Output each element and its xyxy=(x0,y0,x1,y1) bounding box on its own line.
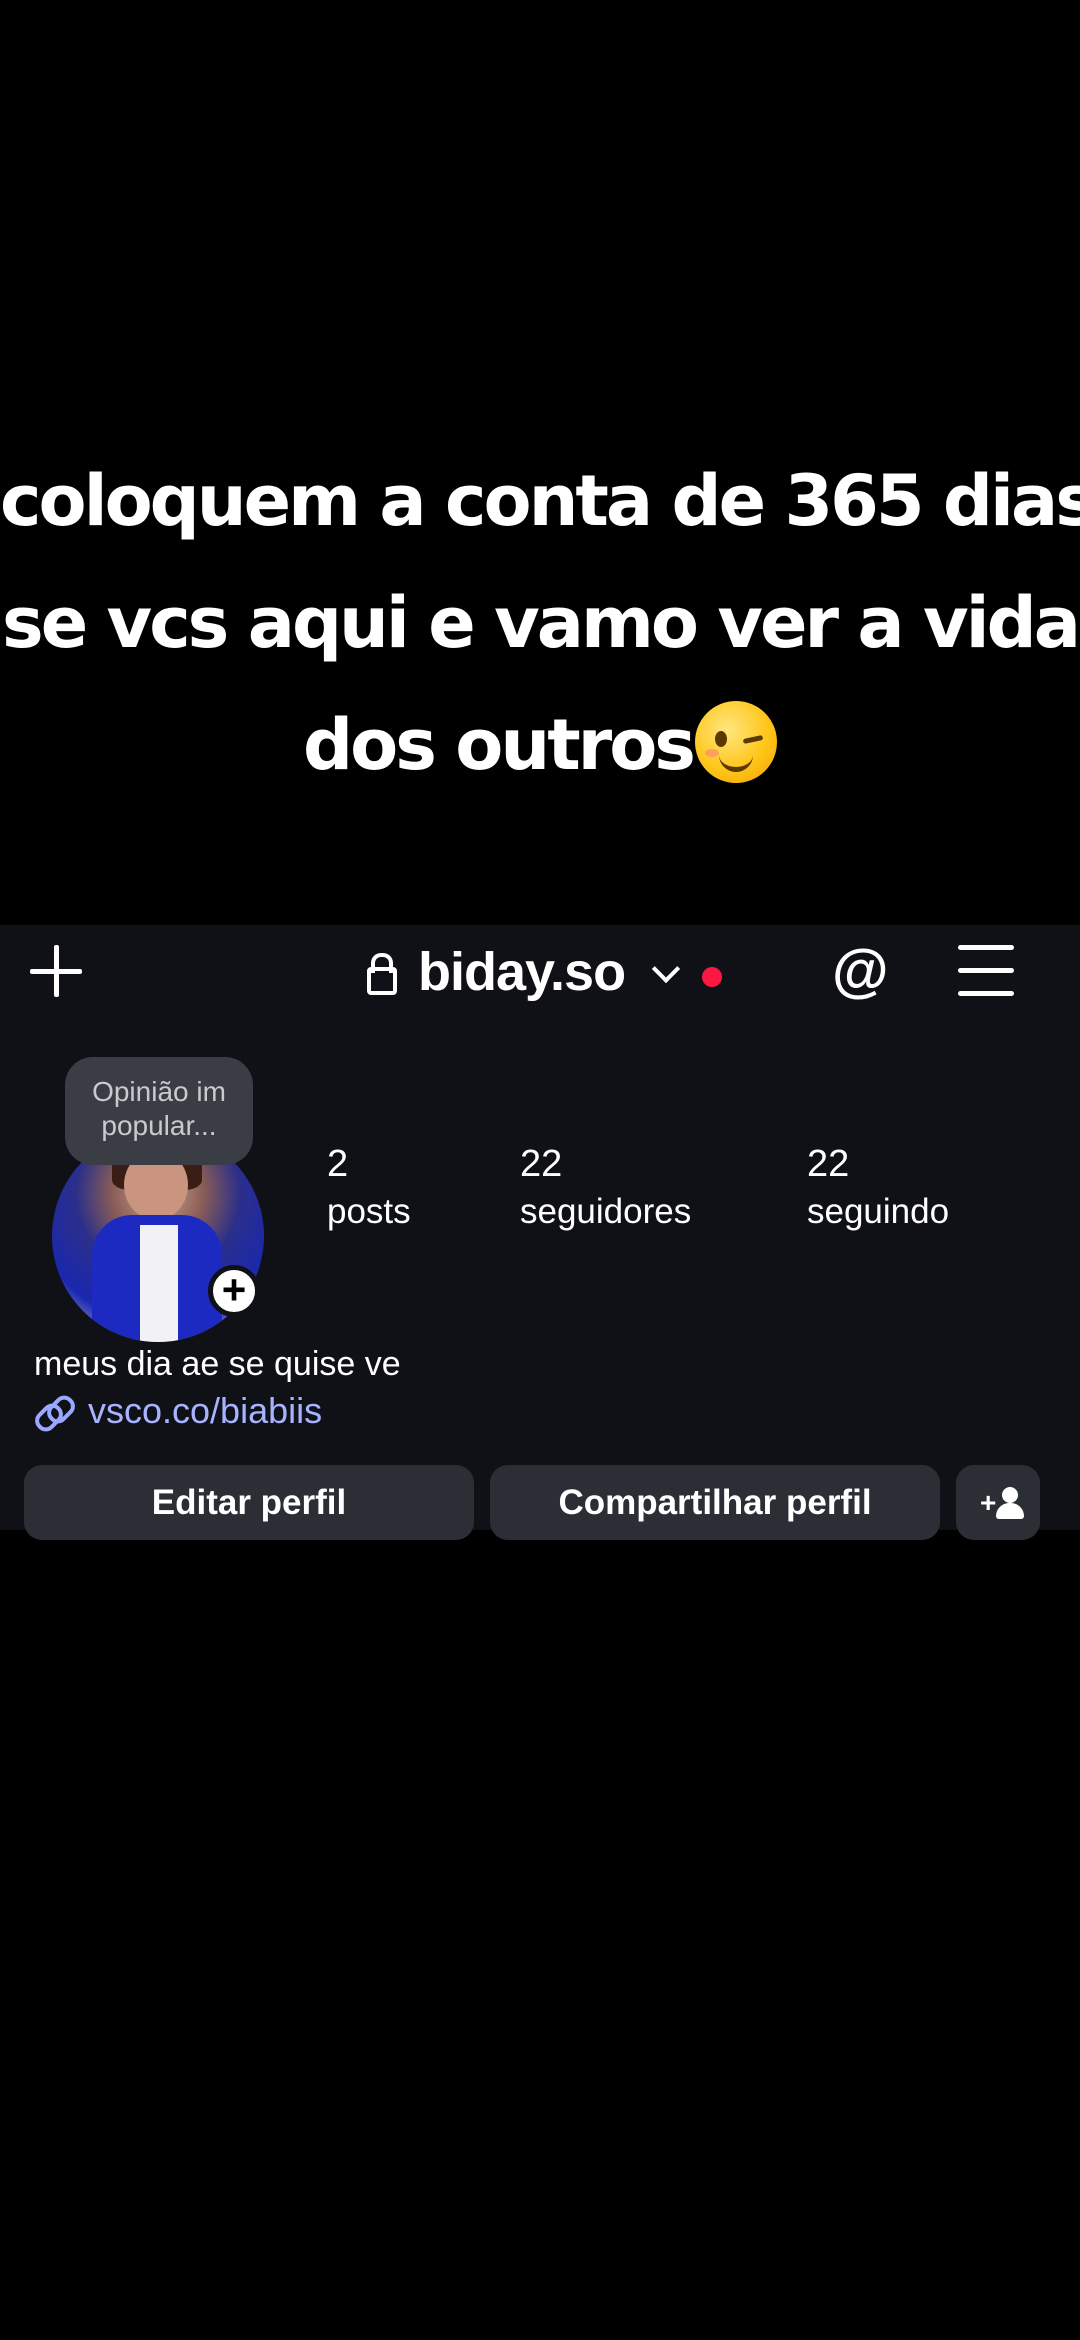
stat-posts-value: 2 xyxy=(327,1143,349,1185)
create-plus-icon[interactable] xyxy=(26,941,86,1001)
caption-line-1: coloquem a conta de 365 dias xyxy=(0,460,1080,542)
profile-top-bar: biday.so @ xyxy=(0,925,1080,1045)
link-icon xyxy=(30,1391,80,1436)
bio-link-text[interactable]: vsco.co/biabiis xyxy=(88,1387,322,1435)
stat-followers[interactable]: 22 seguidores xyxy=(520,1140,691,1236)
add-friend-button[interactable]: + xyxy=(956,1465,1040,1540)
share-profile-button[interactable]: Compartilhar perfil xyxy=(490,1465,940,1540)
stat-posts-label: posts xyxy=(327,1192,411,1231)
threads-icon[interactable]: @ xyxy=(832,941,889,1001)
note-bubble[interactable]: Opinião im popular... xyxy=(65,1057,253,1165)
caption-line-2: se vcs aqui e vamo ver a vida xyxy=(2,582,1080,664)
caption-line-3: dos outros xyxy=(0,684,1080,806)
edit-profile-button[interactable]: Editar perfil xyxy=(24,1465,474,1540)
add-user-icon: + xyxy=(980,1487,1030,1523)
winking-face-icon xyxy=(694,701,777,783)
note-line-2: popular... xyxy=(101,1110,217,1141)
bio-text: meus dia ae se quise ve xyxy=(34,1345,401,1383)
lock-icon xyxy=(367,953,397,995)
note-line-1: Opinião im xyxy=(92,1076,226,1107)
stat-following[interactable]: 22 seguindo xyxy=(807,1140,949,1236)
stat-followers-value: 22 xyxy=(520,1143,563,1185)
caption-line-3-text: dos outros xyxy=(303,704,696,786)
stat-following-value: 22 xyxy=(807,1143,850,1185)
stat-following-label: seguindo xyxy=(807,1192,950,1231)
video-caption: coloquem a conta de 365 dias se vcs aqui… xyxy=(0,440,1080,806)
notification-dot xyxy=(702,967,722,987)
profile-username[interactable]: biday.so xyxy=(418,941,626,1003)
profile-screenshot: biday.so @ + Opinião im popular... 2 pos… xyxy=(0,925,1080,1540)
chevron-down-icon[interactable] xyxy=(651,954,681,984)
add-story-plus-icon[interactable]: + xyxy=(208,1265,260,1317)
stat-followers-label: seguidores xyxy=(520,1192,692,1231)
stat-posts[interactable]: 2 posts xyxy=(327,1140,411,1236)
hamburger-menu-icon[interactable] xyxy=(958,945,1014,997)
